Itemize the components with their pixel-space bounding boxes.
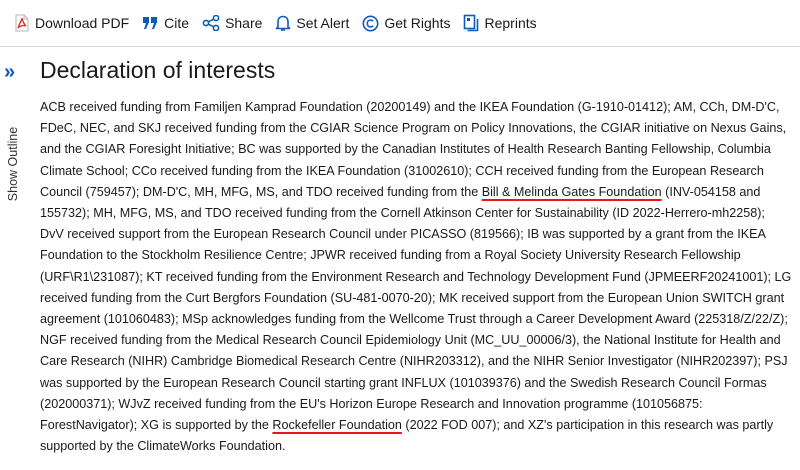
share-button[interactable]: Share	[202, 15, 262, 31]
quote-icon	[142, 16, 164, 30]
set-alert-button[interactable]: Set Alert	[275, 14, 349, 32]
reprints-icon	[463, 14, 484, 32]
declaration-text-2: (INV-054158 and 155732); MH, MFG, MS, an…	[40, 184, 792, 433]
reprints-label: Reprints	[484, 15, 537, 31]
cite-button[interactable]: Cite	[142, 15, 189, 31]
get-rights-button[interactable]: Get Rights	[362, 15, 450, 32]
cite-label: Cite	[164, 15, 190, 31]
chevron-double-right-icon[interactable]: »	[4, 62, 15, 82]
section-title: Declaration of interests	[40, 57, 276, 83]
set-alert-label: Set Alert	[296, 15, 350, 31]
share-label: Share	[225, 15, 263, 31]
download-pdf-button[interactable]: Download PDF	[14, 14, 129, 32]
highlighted-funder-gates: Bill & Melinda Gates Foundation	[481, 184, 662, 199]
article-toolbar: Download PDF Cite Share Set Alert Get Ri…	[0, 0, 800, 47]
show-outline-toggle[interactable]: Show Outline	[6, 119, 22, 209]
main-content: Declaration of interests ACB received fu…	[40, 47, 792, 470]
pdf-icon	[14, 14, 35, 32]
reprints-button[interactable]: Reprints	[463, 14, 537, 32]
declaration-paragraph: ACB received funding from Familjen Kampr…	[40, 97, 792, 457]
download-pdf-label: Download PDF	[35, 15, 130, 31]
outline-sidebar: » Show Outline	[0, 47, 27, 438]
highlighted-funder-rockefeller: Rockefeller Foundation	[272, 418, 402, 433]
get-rights-label: Get Rights	[384, 15, 451, 31]
copyright-icon	[362, 15, 384, 32]
share-icon	[202, 15, 225, 31]
bell-icon	[275, 14, 296, 32]
